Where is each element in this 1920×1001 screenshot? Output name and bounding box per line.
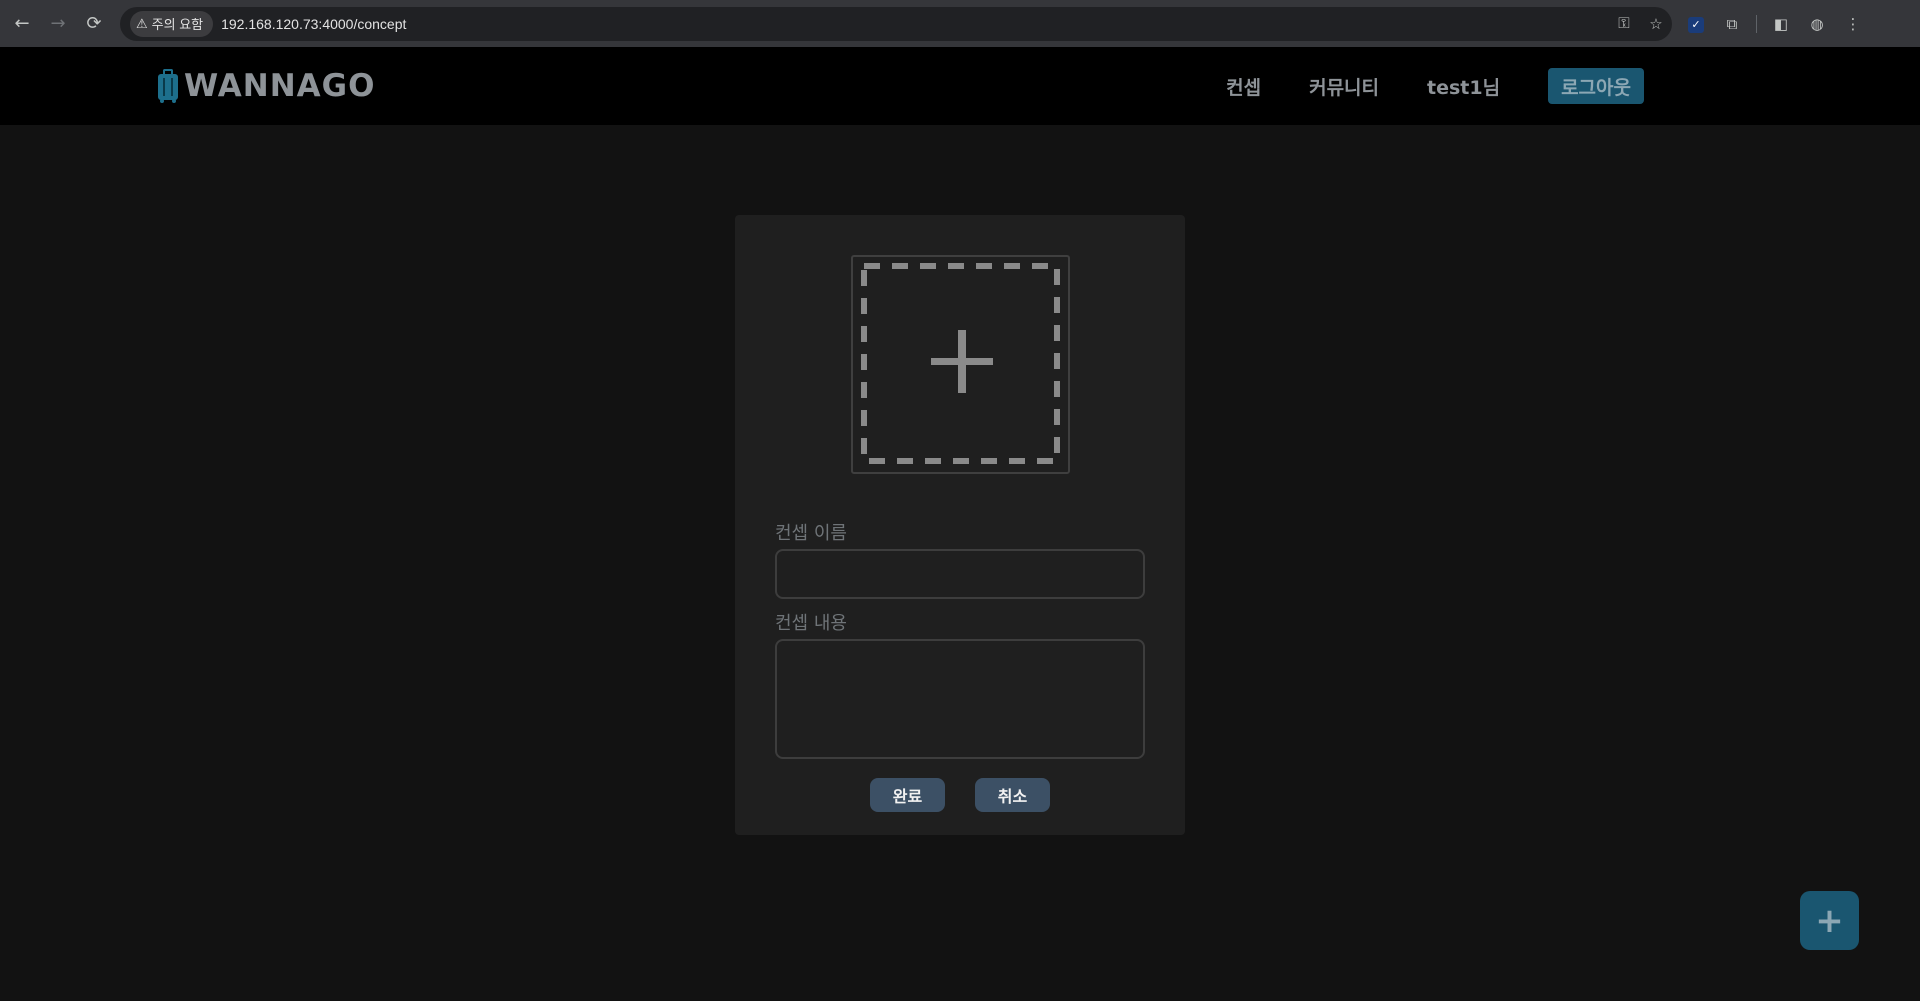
concept-content-textarea[interactable] xyxy=(775,639,1145,759)
bookmark-star-icon[interactable]: ☆ xyxy=(1640,15,1672,33)
concept-name-input[interactable] xyxy=(775,549,1145,599)
nav-link-community[interactable]: 커뮤니티 xyxy=(1309,73,1379,100)
address-bar[interactable]: ⚠ 주의 요함 192.168.120.73:4000/concept ⚿ ☆ xyxy=(120,6,1672,41)
security-warning-text: 주의 요함 xyxy=(151,17,204,32)
url-text[interactable]: 192.168.120.73:4000/concept xyxy=(221,16,406,32)
suitcase-icon xyxy=(158,69,178,103)
plus-icon: + xyxy=(1815,900,1844,941)
cancel-button[interactable]: 취소 xyxy=(975,778,1050,812)
security-warning-chip[interactable]: ⚠ 주의 요함 xyxy=(130,10,214,37)
add-image-icon xyxy=(861,263,1060,464)
logo-text: WANNAGO xyxy=(184,68,376,104)
extension-check-icon[interactable]: ✓ xyxy=(1678,14,1714,33)
site-header: WANNAGO 컨셉 커뮤니티 test1님 로그아웃 xyxy=(0,47,1920,125)
warning-icon: ⚠ xyxy=(136,15,148,31)
browser-nav: ← → ⟳ xyxy=(4,6,112,42)
form-actions: 완료 취소 xyxy=(735,778,1185,812)
browser-toolbar: ← → ⟳ ⚠ 주의 요함 192.168.120.73:4000/concep… xyxy=(0,0,1920,47)
submit-button[interactable]: 완료 xyxy=(870,778,945,812)
side-panel-icon[interactable]: ◧ xyxy=(1763,15,1799,33)
image-upload-area[interactable] xyxy=(851,255,1070,474)
logout-button[interactable]: 로그아웃 xyxy=(1548,68,1644,104)
concept-name-label: 컨셉 이름 xyxy=(775,523,847,544)
reload-icon[interactable]: ⟳ xyxy=(76,6,112,42)
back-icon[interactable]: ← xyxy=(4,6,40,42)
profile-icon[interactable]: ◍ xyxy=(1799,15,1835,33)
toolbar-divider xyxy=(1756,14,1757,33)
concept-content-label: 컨셉 내용 xyxy=(775,613,847,634)
nav-link-user[interactable]: test1님 xyxy=(1427,73,1500,100)
floating-add-button[interactable]: + xyxy=(1800,891,1859,950)
site-logo[interactable]: WANNAGO xyxy=(158,67,375,105)
browser-menu-icon[interactable]: ⋮ xyxy=(1835,15,1871,33)
nav-link-concept[interactable]: 컨셉 xyxy=(1226,73,1261,100)
forward-icon[interactable]: → xyxy=(40,6,76,42)
main-nav: 컨셉 커뮤니티 test1님 로그아웃 xyxy=(1226,68,1644,104)
extensions-puzzle-icon[interactable]: ⧉ xyxy=(1714,15,1750,33)
password-key-icon[interactable]: ⚿ xyxy=(1608,15,1640,32)
concept-form-card: 컨셉 이름 컨셉 내용 완료 취소 xyxy=(735,215,1185,835)
extensions-area: ✓ ⧉ ◧ ◍ ⋮ xyxy=(1678,14,1871,33)
